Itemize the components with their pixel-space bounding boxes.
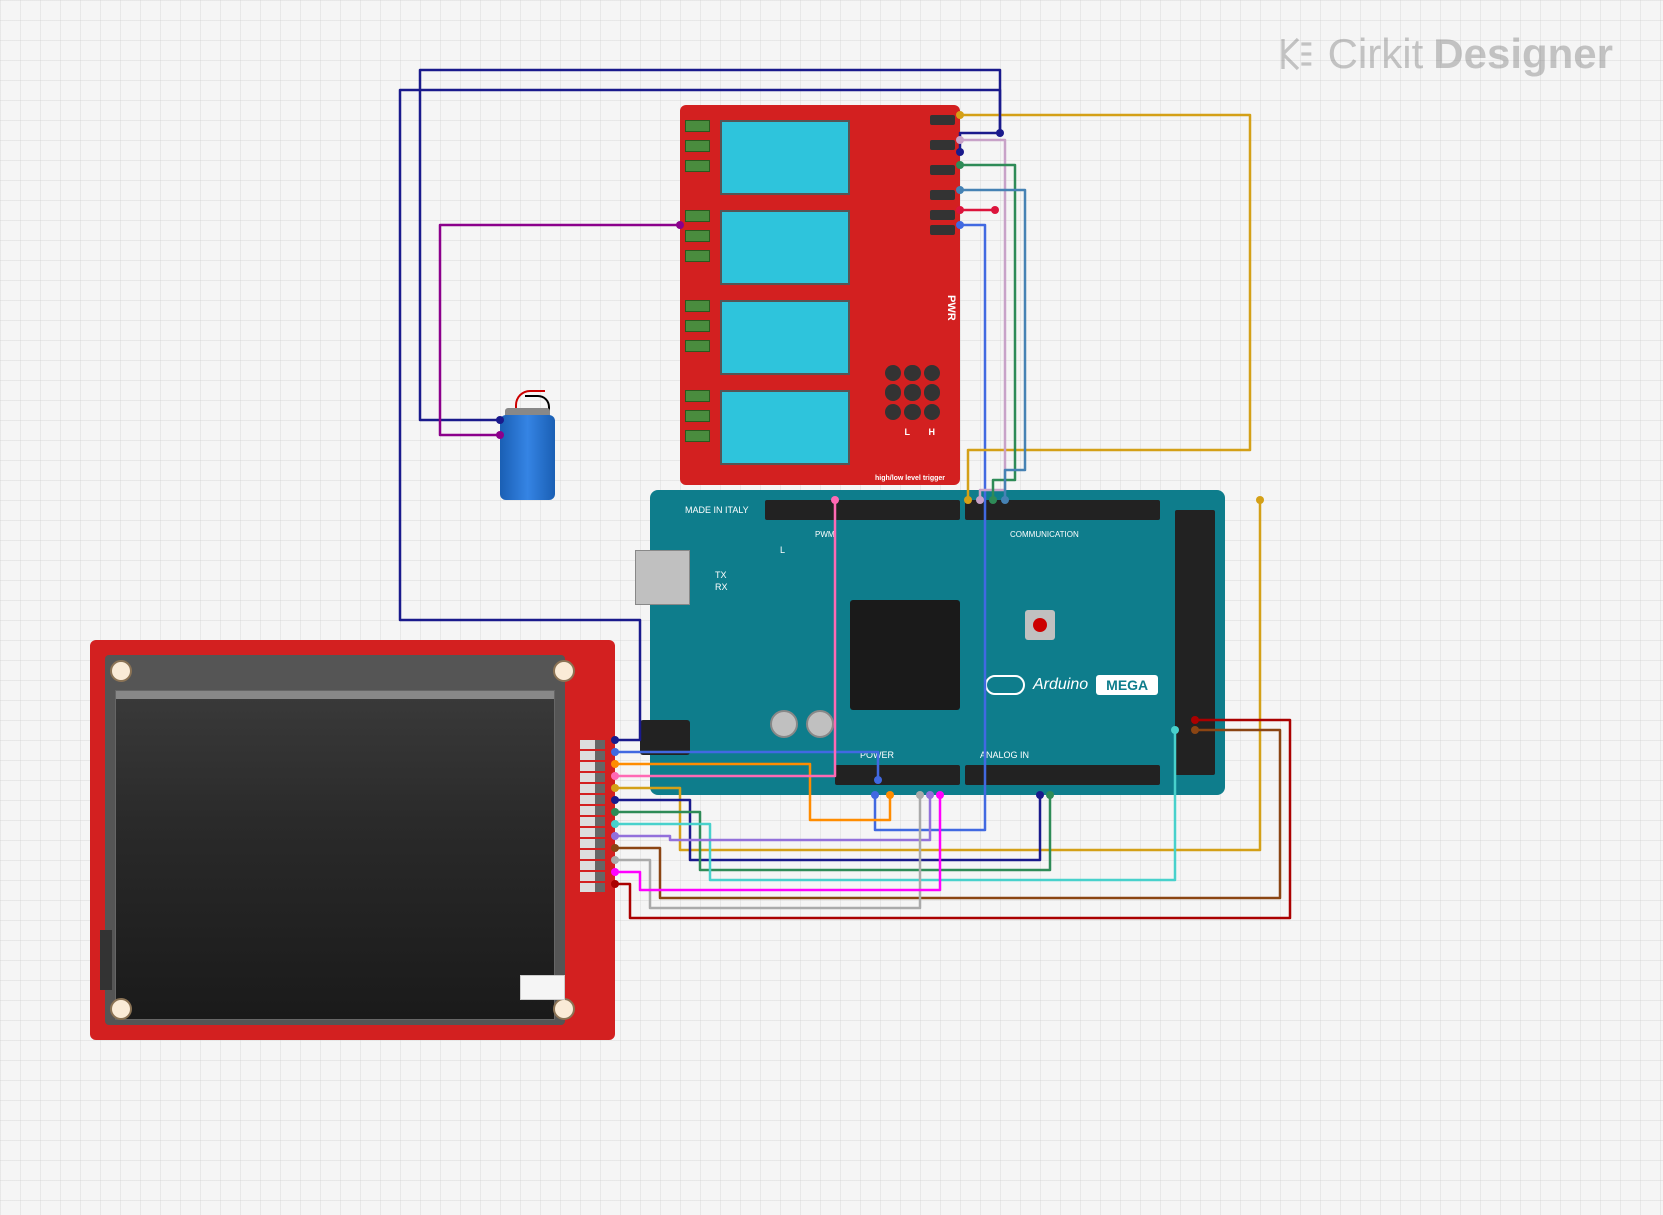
- wire-tft-sck: [615, 795, 1050, 870]
- relay-terminal: [685, 120, 710, 132]
- relay-pin-in3: [930, 140, 955, 150]
- relay-pin-in2: [930, 165, 955, 175]
- arduino-power-label: POWER: [860, 750, 894, 760]
- battery-body: [500, 415, 555, 500]
- arduino-header-digital-high: [765, 500, 960, 520]
- tft-bezel: [105, 655, 565, 1025]
- relay-terminal: [685, 410, 710, 422]
- relay-terminal: [685, 390, 710, 402]
- relay-module[interactable]: PWR L H high/low level trigger: [680, 105, 960, 485]
- relay-terminal: [685, 160, 710, 172]
- wire-node: [996, 129, 1004, 137]
- arduino-capacitors: [770, 710, 834, 738]
- tft-ffc-connector: [520, 975, 565, 1000]
- wire-node: [1256, 496, 1264, 504]
- watermark-brand-bold: Designer: [1433, 30, 1613, 78]
- relay-terminal: [685, 230, 710, 242]
- tft-screen: [115, 690, 555, 1020]
- arduino-header-right: [1175, 510, 1215, 775]
- battery[interactable]: [500, 390, 555, 500]
- arduino-reset-button: [1025, 610, 1055, 640]
- arduino-mega[interactable]: MADE IN ITALY PWM COMMUNICATION TX RX L …: [650, 490, 1225, 795]
- relay-terminal: [685, 340, 710, 352]
- relay-terminal: [685, 140, 710, 152]
- relay-terminal: [685, 210, 710, 222]
- arduino-analog-label: ANALOG IN: [980, 750, 1029, 760]
- cirkit-icon: [1278, 34, 1318, 74]
- tft-pin-header: [580, 740, 605, 905]
- relay-2: [720, 210, 850, 285]
- relay-terminal: [685, 250, 710, 262]
- relay-pwr-label: PWR: [945, 295, 957, 321]
- arduino-pwm-label: PWM: [815, 530, 835, 539]
- arduino-logo: Arduino MEGA: [985, 675, 1158, 695]
- arduino-usb-port: [635, 550, 690, 605]
- relay-terminal: [685, 320, 710, 332]
- arduino-infinity-icon: [985, 675, 1025, 695]
- arduino-header-digital-low: [965, 500, 1160, 520]
- wire-tft-mosi: [615, 795, 1040, 860]
- arduino-logo-text: Arduino: [1033, 676, 1088, 694]
- wire-w6: [960, 140, 1005, 500]
- wire-w7: [960, 165, 1015, 500]
- wire-tft-tcs: [615, 795, 920, 908]
- relay-pin-dcplus: [930, 210, 955, 220]
- arduino-comm-label: COMMUNICATION: [1010, 530, 1079, 539]
- relay-pin-dcminus: [930, 225, 955, 235]
- relay-pin-in1: [930, 190, 955, 200]
- relay-jumper-l: L: [905, 427, 911, 437]
- relay-jumper-block: [885, 365, 940, 420]
- tft-display[interactable]: [90, 640, 615, 1040]
- arduino-made-in: MADE IN ITALY: [685, 505, 749, 515]
- watermark-logo: Cirkit Designer: [1278, 30, 1613, 78]
- relay-1: [720, 120, 850, 195]
- watermark-brand-light: Cirkit: [1328, 30, 1424, 78]
- tft-mounting-hole: [553, 660, 575, 682]
- relay-terminal: [685, 300, 710, 312]
- wire-tft-tdin: [615, 795, 940, 890]
- arduino-header-analog: [965, 765, 1160, 785]
- relay-pin-in4: [930, 115, 955, 125]
- tft-mounting-hole: [553, 998, 575, 1020]
- tft-mounting-hole: [110, 998, 132, 1020]
- relay-4: [720, 390, 850, 465]
- wire-w2: [440, 225, 680, 435]
- wire-tft-miso: [615, 795, 930, 840]
- arduino-mega-badge: MEGA: [1096, 675, 1158, 695]
- relay-jumper-h: H: [929, 427, 936, 437]
- relay-terminal: [685, 430, 710, 442]
- arduino-power-jack: [640, 720, 690, 755]
- tft-side-header: [100, 930, 112, 990]
- arduino-tx-label: TX: [715, 570, 727, 580]
- relay-bottom-label: high/low level trigger: [875, 475, 945, 482]
- wire-node: [991, 206, 999, 214]
- arduino-atmega-chip: [850, 600, 960, 710]
- tft-mounting-hole: [110, 660, 132, 682]
- arduino-header-power: [835, 765, 960, 785]
- wire-w8: [960, 190, 1025, 500]
- arduino-l-label: L: [780, 545, 785, 555]
- arduino-rx-label: RX: [715, 582, 728, 592]
- wire-w5: [960, 115, 1250, 500]
- relay-3: [720, 300, 850, 375]
